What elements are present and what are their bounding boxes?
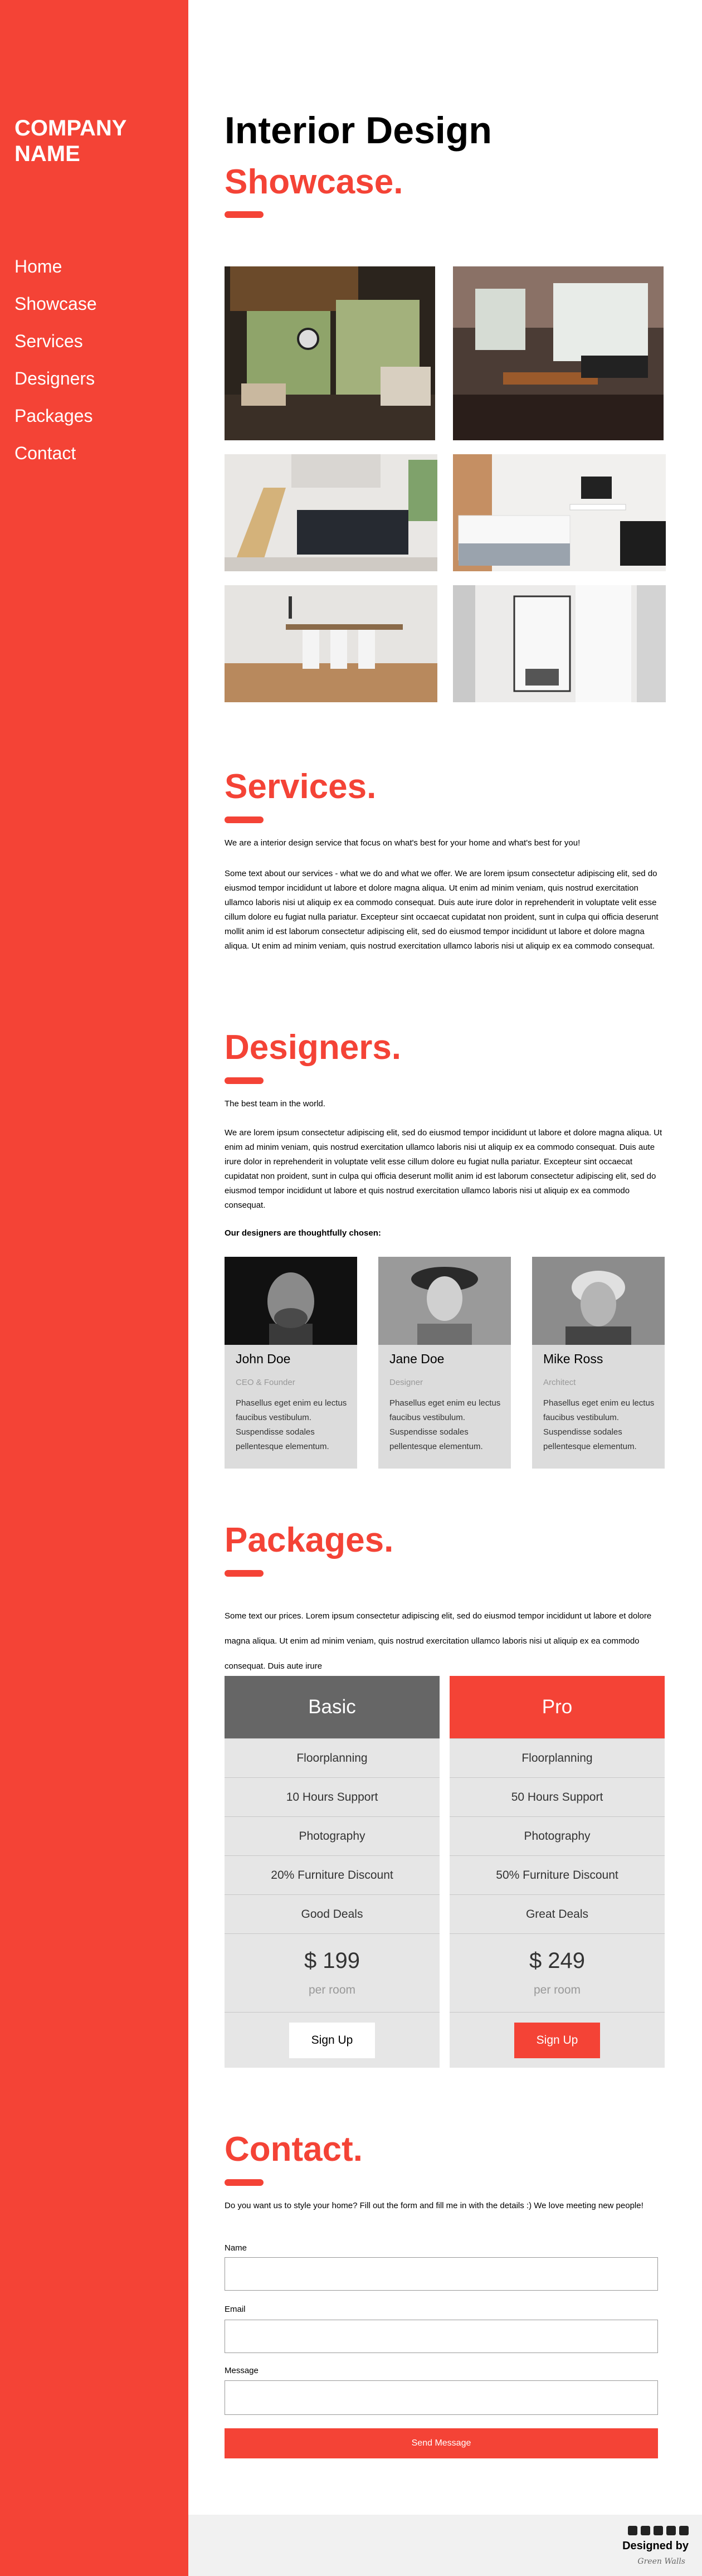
packages-heading: Packages. [225,1521,394,1559]
pro-signup-button[interactable]: Sign Up [514,2022,601,2058]
sidebar-nav: Home Showcase Services Designers Package… [14,248,97,472]
nav-item-contact[interactable]: Contact [14,435,97,472]
designer-name: Mike Ross [543,1352,603,1366]
jane-doe-photo [378,1257,511,1345]
designer-card: Mike Ross Architect Phasellus eget enim … [532,1257,665,1469]
package-price: $ 249 [529,1948,586,1973]
package-feature: Good Deals [225,1894,440,1933]
email-field[interactable] [225,2320,658,2353]
nav-item-home[interactable]: Home [14,248,97,285]
services-body: Some text about our services - what we d… [225,869,659,951]
hallway-window-photo[interactable] [453,585,666,702]
designer-role: Designer [389,1378,423,1387]
package-feature: Photography [450,1816,665,1855]
services-underline [225,816,264,823]
services-heading: Services. [225,767,377,806]
living-room-photo[interactable] [225,266,435,440]
package-signup-row: Sign Up [450,2012,665,2068]
company-name[interactable]: COMPANY NAME [14,115,170,167]
package-basic: Basic Floorplanning 10 Hours Support Pho… [225,1676,440,2068]
contact-underline [225,2179,264,2186]
name-label: Name [225,2243,247,2253]
designers-body: We are lorem ipsum consectetur adipiscin… [225,1128,662,1210]
package-price-unit: per room [308,1984,356,1996]
package-feature: Great Deals [450,1894,665,1933]
instagram-icon[interactable] [654,2526,663,2535]
nav-item-packages[interactable]: Packages [14,397,97,435]
john-doe-photo [225,1257,357,1345]
designer-description: Phasellus eget enim eu lectus faucibus v… [543,1398,655,1451]
package-name: Basic [225,1676,440,1738]
contact-heading: Contact. [225,2130,363,2169]
designer-name: John Doe [236,1352,291,1366]
package-feature: 50 Hours Support [450,1777,665,1816]
loft-office-photo[interactable] [453,266,664,440]
bedroom-desk-photo[interactable] [453,454,666,571]
designer-card: Jane Doe Designer Phasellus eget enim eu… [378,1257,511,1469]
email-label: Email [225,2305,246,2314]
social-icons [628,2526,689,2535]
facebook-icon[interactable] [641,2526,650,2535]
package-feature: Photography [225,1816,440,1855]
package-price: $ 199 [304,1948,360,1973]
designer-description: Phasellus eget enim eu lectus faucibus v… [389,1398,501,1451]
contact-intro: Do you want us to style your home? Fill … [225,2201,644,2210]
packages-intro: Some text our prices. Lorem ipsum consec… [225,1611,652,1671]
footer: Designed by Green Walls [188,2515,702,2576]
message-field[interactable] [225,2380,658,2415]
showcase-heading: Showcase. [225,163,403,201]
services-intro: We are a interior design service that fo… [225,838,581,848]
nav-item-designers[interactable]: Designers [14,360,97,397]
designers-heading: Designers. [225,1028,402,1067]
nav-item-showcase[interactable]: Showcase [14,285,97,323]
package-feature: Floorplanning [450,1738,665,1777]
designed-by-credit: Designed by [622,2540,689,2552]
hero-title: Interior Design [225,109,492,152]
package-pro: Pro Floorplanning 50 Hours Support Photo… [450,1676,665,2068]
designer-role: CEO & Founder [236,1378,295,1387]
designer-signature: Green Walls [637,2557,685,2566]
designer-description: Phasellus eget enim eu lectus faucibus v… [236,1398,347,1451]
basic-signup-button[interactable]: Sign Up [289,2022,376,2058]
package-price-block: $ 199 per room [225,1933,440,2012]
showcase-underline [225,211,264,218]
youtube-icon[interactable] [628,2526,637,2535]
mike-ross-photo [532,1257,665,1345]
designer-name: Jane Doe [389,1352,445,1366]
package-price-block: $ 249 per room [450,1933,665,2012]
dining-room-photo[interactable] [225,585,437,702]
package-feature: 20% Furniture Discount [225,1855,440,1894]
sidebar: COMPANY NAME Home Showcase Services Desi… [0,0,188,2576]
package-name: Pro [450,1676,665,1738]
package-price-unit: per room [533,1984,581,1996]
mail-icon[interactable] [679,2526,689,2535]
package-feature: Floorplanning [225,1738,440,1777]
lounge-photo[interactable] [225,454,437,571]
designers-intro: The best team in the world. [225,1099,325,1109]
designers-chosen: Our designers are thoughtfully chosen: [225,1228,381,1238]
message-label: Message [225,2366,259,2375]
package-feature: 10 Hours Support [225,1777,440,1816]
designer-card: John Doe CEO & Founder Phasellus eget en… [225,1257,357,1469]
package-signup-row: Sign Up [225,2012,440,2068]
linkedin-icon[interactable] [666,2526,676,2535]
nav-item-services[interactable]: Services [14,323,97,360]
packages-underline [225,1570,264,1577]
send-message-button[interactable]: Send Message [225,2428,658,2458]
designer-role: Architect [543,1378,576,1387]
designers-underline [225,1077,264,1084]
name-field[interactable] [225,2257,658,2291]
package-feature: 50% Furniture Discount [450,1855,665,1894]
